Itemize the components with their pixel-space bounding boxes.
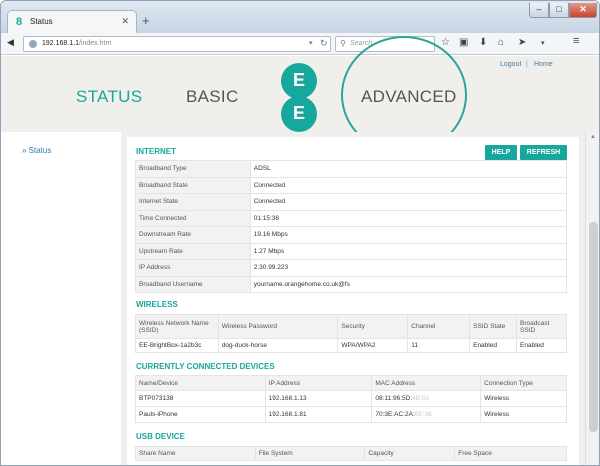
table-row: Broadband Username yourname.orangehome.co… <box>135 275 568 293</box>
table-row: Upstream Rate 1.27 Mbps <box>135 242 568 260</box>
internet-table: Broadband Type ADSL Broadband State Connec… <box>135 160 568 293</box>
globe-icon <box>29 40 37 48</box>
tab-title: Status <box>30 17 53 26</box>
close-tab-icon[interactable]: ✕ <box>121 16 129 27</box>
wireless-heading: WIRELESS <box>136 300 178 309</box>
scrollbar[interactable]: ▲ <box>585 132 599 465</box>
internet-heading: INTERNET <box>136 147 176 156</box>
sidebar <box>13 138 121 465</box>
scrollbar-thumb[interactable] <box>589 222 598 432</box>
chevron-down-icon[interactable]: ▾ <box>309 39 313 47</box>
ee-logo-icon: 8 <box>16 16 23 28</box>
table-row: BTP073138 192.168.1.13 08:11:96:5D:4B:50… <box>135 390 567 407</box>
table-row: Broadband Type ADSL <box>135 160 568 178</box>
title-bar: 8 Status ✕ + – □ ✕ <box>1 1 599 33</box>
table-row: Downstream Rate 19.16 Mbps <box>135 226 568 244</box>
menu-icon[interactable]: ≡ <box>573 35 579 47</box>
nav-status[interactable]: STATUS <box>76 87 142 107</box>
clipboard-icon[interactable]: ▣ <box>459 37 468 48</box>
table-header-row: Name/Device IP Address MAC Address Conne… <box>135 375 567 391</box>
logout-link[interactable]: Logout <box>500 61 521 68</box>
star-icon[interactable]: ☆ <box>441 37 450 48</box>
nav-basic[interactable]: BASIC <box>186 87 239 107</box>
table-header-row: Wireless Network Name (SSID) Wireless Pa… <box>135 314 567 339</box>
table-row: Internet State Connected <box>135 193 568 211</box>
new-tab-icon[interactable]: + <box>142 13 150 28</box>
devices-heading: CURRENTLY CONNECTED DEVICES <box>136 362 275 371</box>
redacted-mac: 6E:36 <box>414 411 432 418</box>
table-row: Time Connected 01:15:38 <box>135 209 568 227</box>
table-row: Broadband State Connected <box>135 176 568 194</box>
browser-window: 8 Status ✕ + – □ ✕ ◀ 192.168.1.1/index.h… <box>0 0 600 466</box>
url-text: 192.168.1.1/index.htm <box>42 40 112 47</box>
send-icon[interactable]: ➤ <box>518 37 526 48</box>
download-icon[interactable]: ⬇ <box>479 37 487 48</box>
table-row: EE-BrightBox-1a2b3c dog-duck-horse WPA/W… <box>135 338 567 353</box>
reload-icon[interactable]: ↻ <box>320 38 328 49</box>
help-button[interactable]: HELP <box>485 145 517 160</box>
wireless-table: Wireless Network Name (SSID) Wireless Pa… <box>135 314 567 353</box>
ee-logo-bottom: E <box>281 96 317 132</box>
navigation-bar: ◀ 192.168.1.1/index.htm ▾ ↻ ⚲ Search ☆ ▣… <box>1 33 599 55</box>
usb-heading: USB DEVICE <box>136 432 185 441</box>
link-separator: | <box>526 61 528 68</box>
table-header-row: Share Name File System Capacity Free Spa… <box>135 446 567 461</box>
usb-table: Share Name File System Capacity Free Spa… <box>135 446 567 461</box>
address-bar[interactable]: 192.168.1.1/index.htm ▾ ↻ <box>23 36 331 52</box>
home-link[interactable]: Home <box>534 61 553 68</box>
search-icon: ⚲ <box>340 39 346 48</box>
back-icon[interactable]: ◀ <box>7 37 14 48</box>
maximize-button[interactable]: □ <box>549 3 569 18</box>
browser-tab[interactable]: 8 Status ✕ <box>7 10 137 33</box>
devices-table: Name/Device IP Address MAC Address Conne… <box>135 375 567 423</box>
chevron-down-icon[interactable]: ▾ <box>541 39 545 47</box>
table-row: IP Address 2.30.99.223 <box>135 259 568 277</box>
close-window-button[interactable]: ✕ <box>569 3 597 18</box>
refresh-button[interactable]: REFRESH <box>520 145 567 160</box>
sidebar-item-status[interactable]: » Status <box>22 146 51 155</box>
table-row: Pauls-iPhone 192.168.1.81 70:3E:AC:2A:6E… <box>135 406 567 423</box>
scroll-up-icon[interactable]: ▲ <box>590 134 596 140</box>
home-icon[interactable]: ⌂ <box>498 37 504 48</box>
ee-logo-top: E <box>281 63 317 99</box>
redacted-mac: 4B:50 <box>412 395 430 402</box>
minimize-button[interactable]: – <box>529 3 549 18</box>
